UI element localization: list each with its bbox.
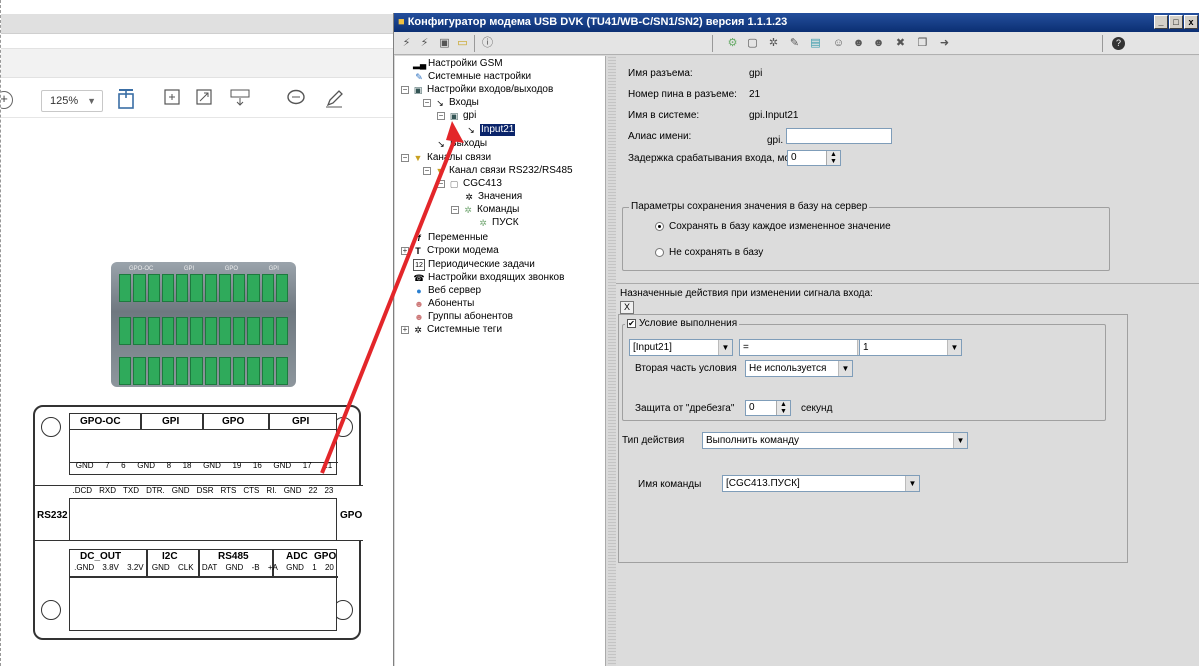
annotation-arrow bbox=[320, 121, 464, 474]
